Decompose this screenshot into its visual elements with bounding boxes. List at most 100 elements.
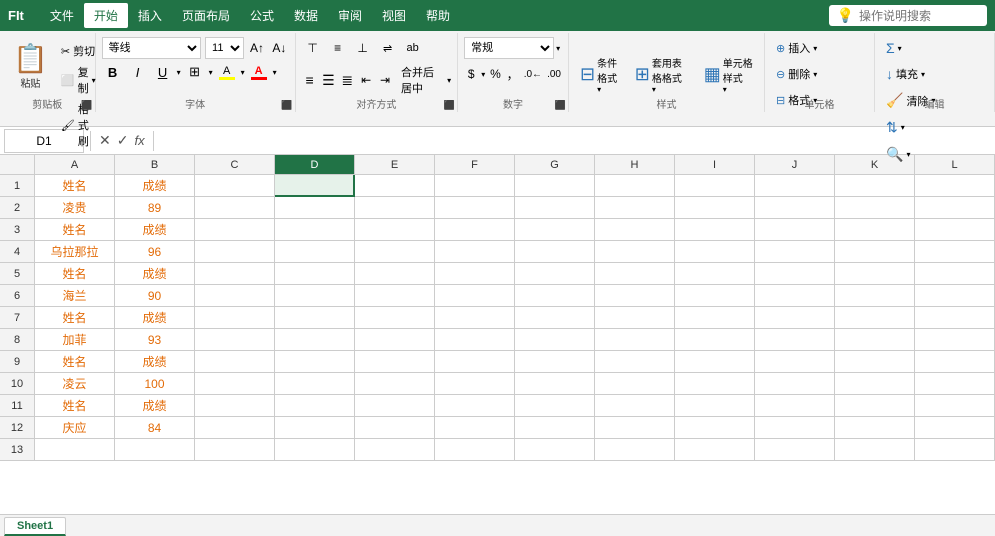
cell-F1[interactable] [435,175,515,197]
cell-D10[interactable] [275,373,355,395]
cell-G3[interactable] [515,219,595,241]
row-header[interactable]: 11 [0,395,35,417]
menu-formula[interactable]: 公式 [240,3,284,28]
menu-start[interactable]: 开始 [84,3,128,28]
cell-A5[interactable]: 姓名 [35,263,115,285]
cell-D5[interactable] [275,263,355,285]
cell-J13[interactable] [755,439,835,461]
cell-L12[interactable] [915,417,995,439]
align-right-icon[interactable]: ≣ [339,69,355,91]
cell-K13[interactable] [835,439,915,461]
menu-insert[interactable]: 插入 [128,3,172,28]
row-header[interactable]: 4 [0,241,35,263]
col-header-g[interactable]: G [515,155,595,175]
row-header[interactable]: 6 [0,285,35,307]
sheet-tab-1[interactable]: Sheet1 [4,517,66,536]
cell-J5[interactable] [755,263,835,285]
cell-H5[interactable] [595,263,675,285]
cell-F10[interactable] [435,373,515,395]
cell-D11[interactable] [275,395,355,417]
cell-L9[interactable] [915,351,995,373]
cell-K7[interactable] [835,307,915,329]
cell-K11[interactable] [835,395,915,417]
underline-dropdown[interactable]: ▾ [177,68,181,77]
find-dropdown[interactable]: ▾ [906,150,910,159]
insert-function-icon[interactable]: fx [134,133,144,148]
cell-G2[interactable] [515,197,595,219]
cell-C4[interactable] [195,241,275,263]
decrease-indent-icon[interactable]: ⇤ [358,69,374,91]
cell-I9[interactable] [675,351,755,373]
cell-B4[interactable]: 96 [115,241,195,263]
row-header[interactable]: 5 [0,263,35,285]
cell-F12[interactable] [435,417,515,439]
cell-C9[interactable] [195,351,275,373]
cell-K9[interactable] [835,351,915,373]
col-header-d[interactable]: D [275,155,355,175]
align-left-icon[interactable]: ≡ [302,69,318,91]
row-header[interactable]: 8 [0,329,35,351]
col-header-j[interactable]: J [755,155,835,175]
cell-E13[interactable] [355,439,435,461]
cell-G13[interactable] [515,439,595,461]
cell-D7[interactable] [275,307,355,329]
cell-C3[interactable] [195,219,275,241]
cell-E10[interactable] [355,373,435,395]
cell-A7[interactable]: 姓名 [35,307,115,329]
cell-H4[interactable] [595,241,675,263]
orientation-icon[interactable]: ab [402,37,424,59]
cell-K8[interactable] [835,329,915,351]
row-header[interactable]: 2 [0,197,35,219]
cell-I6[interactable] [675,285,755,307]
cell-L10[interactable] [915,373,995,395]
col-header-h[interactable]: H [595,155,675,175]
currency-dropdown[interactable]: ▾ [481,70,485,79]
cell-D4[interactable] [275,241,355,263]
cell-J2[interactable] [755,197,835,219]
font-color-dropdown[interactable]: ▾ [273,68,277,77]
cell-G1[interactable] [515,175,595,197]
cell-J7[interactable] [755,307,835,329]
cell-styles-button[interactable]: ▦ 单元格样式 ▾ [699,52,758,97]
cell-E8[interactable] [355,329,435,351]
cell-E12[interactable] [355,417,435,439]
number-expand-icon[interactable]: ⬛ [555,100,566,111]
fill-color-dropdown[interactable]: ▾ [241,68,245,77]
col-header-b[interactable]: B [115,155,195,175]
find-select-button[interactable]: 🔍 ▾ [881,143,988,166]
cell-G10[interactable] [515,373,595,395]
border-dropdown[interactable]: ▾ [209,68,213,77]
cell-B11[interactable]: 成绩 [115,395,195,417]
copy-button[interactable]: ⬜复制▾ [57,62,100,98]
cell-L13[interactable] [915,439,995,461]
font-size-select[interactable]: 11 [205,37,244,59]
fill-button[interactable]: ↓ 填充 ▾ [881,63,988,85]
cell-F9[interactable] [435,351,515,373]
cell-L5[interactable] [915,263,995,285]
cell-I11[interactable] [675,395,755,417]
cell-B8[interactable]: 93 [115,329,195,351]
cell-K3[interactable] [835,219,915,241]
cell-A13[interactable] [35,439,115,461]
cell-H10[interactable] [595,373,675,395]
menu-review[interactable]: 审阅 [328,3,372,28]
cell-D9[interactable] [275,351,355,373]
col-header-i[interactable]: I [675,155,755,175]
cell-A12[interactable]: 庆应 [35,417,115,439]
cell-B7[interactable]: 成绩 [115,307,195,329]
cell-I13[interactable] [675,439,755,461]
cell-F8[interactable] [435,329,515,351]
cell-F7[interactable] [435,307,515,329]
col-header-c[interactable]: C [195,155,275,175]
menu-file[interactable]: 文件 [40,3,84,28]
font-expand-icon[interactable]: ⬛ [281,100,292,111]
cell-J3[interactable] [755,219,835,241]
cell-D8[interactable] [275,329,355,351]
bold-button[interactable]: B [102,61,124,83]
align-middle-icon[interactable]: ≡ [327,37,349,59]
cell-I8[interactable] [675,329,755,351]
cell-G5[interactable] [515,263,595,285]
cell-E1[interactable] [355,175,435,197]
cell-A2[interactable]: 凌贵 [35,197,115,219]
cell-J6[interactable] [755,285,835,307]
